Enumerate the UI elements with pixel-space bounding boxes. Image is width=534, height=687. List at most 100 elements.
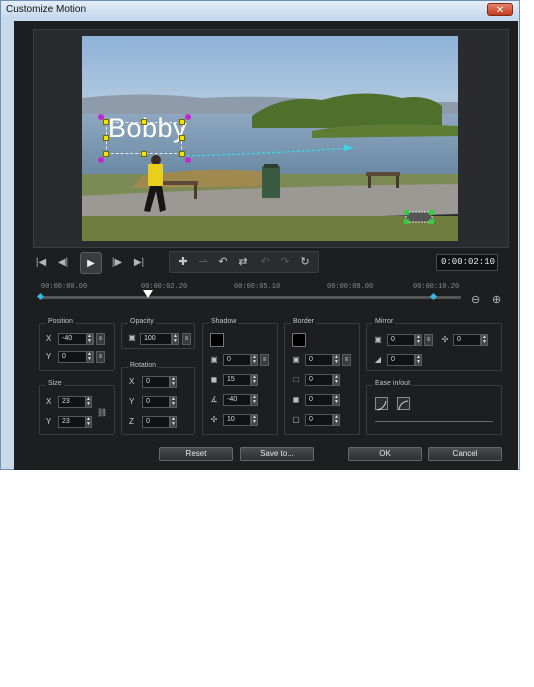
rotation-x-stepper[interactable]: ▲ ▼ <box>170 376 177 388</box>
shadow-opacity-input[interactable]: 0 <box>223 354 251 366</box>
border-blur-input[interactable]: 0 <box>305 394 333 406</box>
mirror-title: Mirror <box>373 318 396 325</box>
resize-handle[interactable] <box>103 135 109 141</box>
resize-handle[interactable] <box>103 151 109 157</box>
rotate-handle[interactable] <box>185 157 191 163</box>
ease-in-button[interactable] <box>375 397 388 411</box>
resize-handle[interactable] <box>179 151 185 157</box>
position-x-dropdown[interactable]: ≡ <box>96 333 105 345</box>
rotation-panel: Rotation X 0 ▲ ▼ Y 0 ▲ ▼ Z 0 ▲ ▼ <box>121 362 195 435</box>
shadow-opacity-dropdown[interactable]: ≡ <box>260 354 269 366</box>
position-y-stepper[interactable]: ▲ ▼ <box>86 351 93 363</box>
border-opacity-value: 0 <box>309 356 313 363</box>
mirror-distance-stepper[interactable]: ▲ ▼ <box>481 334 488 346</box>
shadow-blur-input[interactable]: 15 <box>223 374 251 386</box>
cancel-button[interactable]: Cancel <box>428 447 502 461</box>
shadow-opacity-stepper[interactable]: ▲ ▼ <box>251 354 258 366</box>
size-x-stepper[interactable]: ▲ ▼ <box>85 396 92 408</box>
mirror-fade-stepper[interactable]: ▲ ▼ <box>415 354 422 366</box>
zoom-out-icon[interactable]: ⊖ <box>471 293 480 306</box>
previous-frame-button[interactable]: ◀| <box>54 253 72 273</box>
rotation-z-stepper[interactable]: ▲ ▼ <box>170 416 177 428</box>
position-x-stepper[interactable]: ▲ ▼ <box>86 333 93 345</box>
timeline-ruler[interactable]: 00:00:00.00 00:00:02.20 00:00:05.10 00:0… <box>36 281 461 303</box>
add-keyframe-button[interactable]: ✚ <box>174 254 192 270</box>
mirror-opacity-stepper[interactable]: ▲ ▼ <box>415 334 422 346</box>
next-frame-button[interactable]: |▶ <box>108 253 126 273</box>
play-button[interactable]: ▶ <box>80 252 102 274</box>
size-title: Size <box>46 380 64 387</box>
timecode-display[interactable]: 0:00:02:10 <box>436 254 498 271</box>
position-y-dropdown[interactable]: ≡ <box>96 351 105 363</box>
shadow-angle-input[interactable]: -40 <box>223 394 251 406</box>
resize-handle[interactable] <box>141 119 147 125</box>
preview-panel: Bobby <box>33 29 509 248</box>
border-corner-input[interactable]: 0 <box>305 414 333 426</box>
border-opacity-input[interactable]: 0 <box>305 354 333 366</box>
ease-slider-track[interactable] <box>375 421 493 422</box>
link-aspect-icon[interactable]: ⛓ <box>97 408 107 418</box>
go-to-end-button[interactable]: ▶| <box>130 253 148 273</box>
zoom-in-icon[interactable]: ⊕ <box>492 293 501 306</box>
shadow-opacity-icon: ▣ <box>210 355 218 364</box>
border-blur-value: 0 <box>309 396 313 403</box>
rotation-y-input[interactable]: 0 <box>142 396 170 408</box>
refresh-button[interactable]: ↻ <box>296 254 314 270</box>
rotate-handle[interactable] <box>98 114 104 120</box>
reverse-keyframe-button[interactable]: ↶ <box>214 254 232 270</box>
size-y-stepper[interactable]: ▲ ▼ <box>85 416 92 428</box>
remove-keyframe-button[interactable]: ⇀ <box>194 254 212 270</box>
resize-handle[interactable] <box>179 135 185 141</box>
border-corner-stepper[interactable]: ▲ ▼ <box>333 414 340 426</box>
shadow-distance-input[interactable]: 10 <box>223 414 251 426</box>
undo-button[interactable]: ↶ <box>256 254 274 270</box>
border-opacity-stepper[interactable]: ▲ ▼ <box>333 354 340 366</box>
border-width-stepper[interactable]: ▲ ▼ <box>333 374 340 386</box>
rotation-title: Rotation <box>128 362 159 369</box>
border-corner-icon: ▢ <box>292 415 300 424</box>
redo-icon: ↷ <box>280 256 290 268</box>
size-x-value: 23 <box>62 398 70 405</box>
rotation-x-input[interactable]: 0 <box>142 376 170 388</box>
mirror-fade-value: 0 <box>391 356 395 363</box>
video-preview[interactable]: Bobby <box>82 36 458 241</box>
mirror-opacity-dropdown[interactable]: ≡ <box>424 334 433 346</box>
rotate-handle[interactable] <box>98 157 104 163</box>
rotation-z-input[interactable]: 0 <box>142 416 170 428</box>
swap-keyframe-button[interactable]: ⇄ <box>234 254 252 270</box>
rotation-y-stepper[interactable]: ▲ ▼ <box>170 396 177 408</box>
border-color-swatch[interactable] <box>292 333 306 347</box>
overlay-text[interactable]: Bobby <box>108 113 187 144</box>
mirror-fade-input[interactable]: 0 <box>387 354 415 366</box>
opacity-input[interactable]: 100 <box>140 333 172 345</box>
timeline-label: 00:00:00.00 <box>41 283 88 291</box>
shadow-distance-stepper[interactable]: ▲ ▼ <box>251 414 258 426</box>
resize-handle[interactable] <box>141 151 147 157</box>
border-opacity-dropdown[interactable]: ≡ <box>342 354 351 366</box>
redo-button[interactable]: ↷ <box>276 254 294 270</box>
mirror-distance-input[interactable]: 0 <box>453 334 481 346</box>
border-blur-stepper[interactable]: ▲ ▼ <box>333 394 340 406</box>
reset-button[interactable]: Reset <box>159 447 233 461</box>
shadow-angle-stepper[interactable]: ▲ ▼ <box>251 394 258 406</box>
save-to-button[interactable]: Save to... <box>240 447 314 461</box>
ok-button[interactable]: OK <box>348 447 422 461</box>
resize-handle[interactable] <box>179 119 185 125</box>
go-to-start-button[interactable]: |◀ <box>32 253 50 273</box>
dialog-body: Bobby |◀ ◀| ▶ |▶ ▶| ✚ ⇀ ↶ ⇄ ↶ ↷ ↻ 0:00:0… <box>14 21 518 470</box>
rotate-handle[interactable] <box>185 114 191 120</box>
opacity-stepper[interactable]: ▲ ▼ <box>172 333 179 345</box>
ease-out-button[interactable] <box>397 397 410 411</box>
shadow-color-swatch[interactable] <box>210 333 224 347</box>
shadow-blur-stepper[interactable]: ▲ ▼ <box>251 374 258 386</box>
mirror-opacity-input[interactable]: 0 <box>387 334 415 346</box>
playhead[interactable] <box>143 290 153 298</box>
close-button[interactable]: ✕ <box>487 3 513 16</box>
ease-in-icon <box>376 400 387 411</box>
timeline-track[interactable] <box>41 296 461 299</box>
size-y-value: 23 <box>62 418 70 425</box>
opacity-dropdown[interactable]: ≡ <box>182 333 191 345</box>
border-width-input[interactable]: 0 <box>305 374 333 386</box>
resize-handle[interactable] <box>103 119 109 125</box>
position-y-label: Y <box>46 352 52 361</box>
